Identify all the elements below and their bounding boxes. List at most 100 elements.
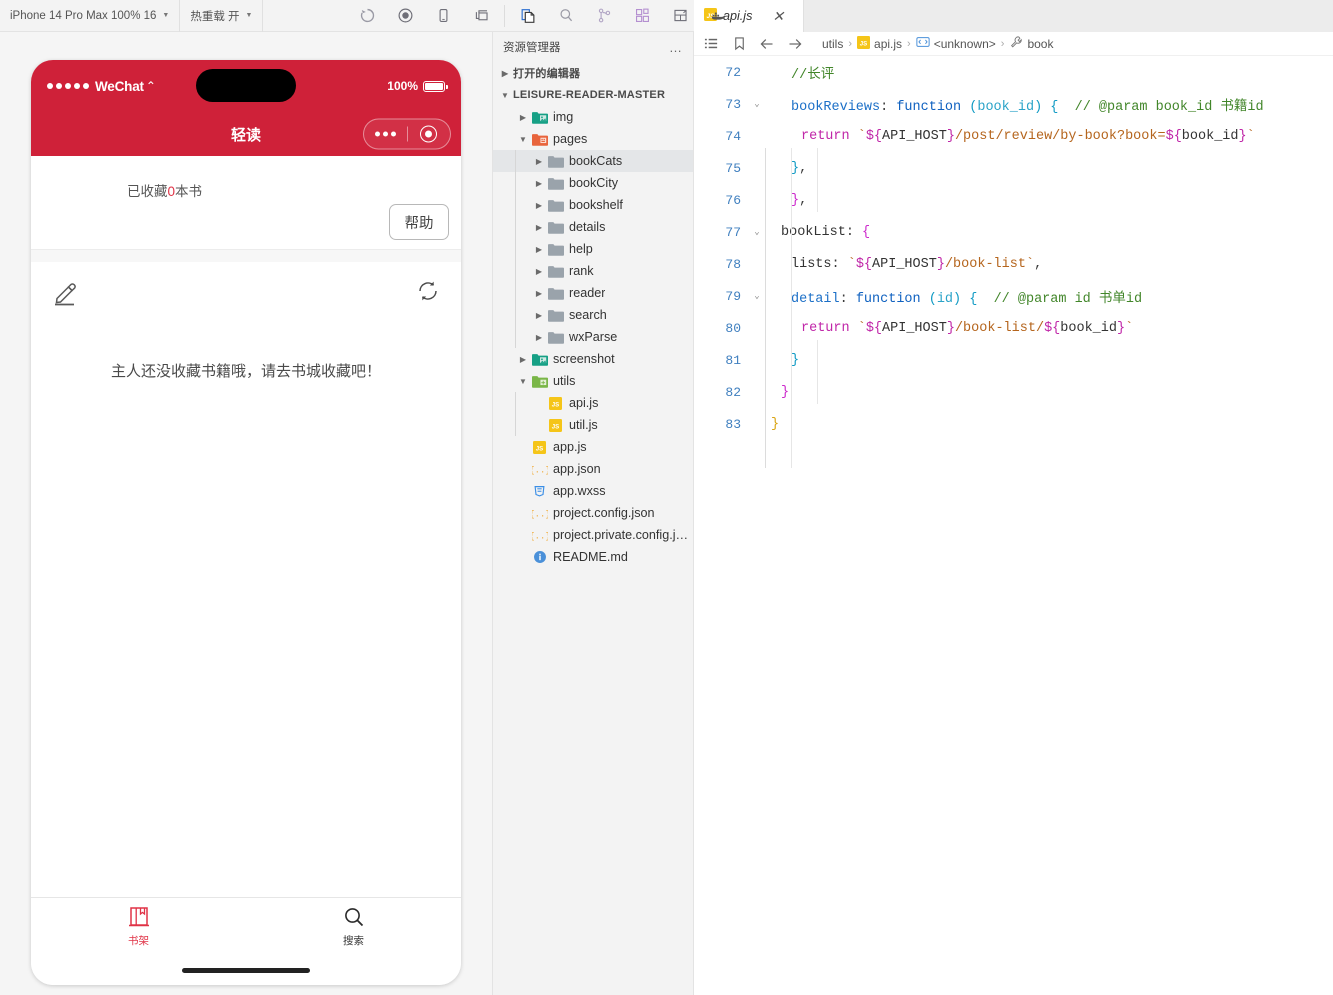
breadcrumb-item-utils[interactable]: utils xyxy=(822,37,843,51)
toolbar-divider xyxy=(504,4,506,27)
code-line[interactable]: 79 ⌄ detail: function (id) { // @param id … xyxy=(694,280,1333,312)
clone-icon[interactable] xyxy=(509,0,547,32)
breadcrumb-separator: › xyxy=(907,37,911,50)
line-number: 73 xyxy=(725,96,741,112)
tree-item-label: util.js xyxy=(569,418,598,432)
remote-debug-icon[interactable] xyxy=(462,0,500,32)
edit-pencil-icon[interactable] xyxy=(51,278,81,313)
chevron-down-icon: ▼ xyxy=(519,134,527,144)
chevron-right-icon: ▶ xyxy=(519,354,527,364)
code-line[interactable]: 78 lists: `${API_HOST}/book-list`, xyxy=(694,248,1333,280)
editor-tabs: JS api.js ✕ xyxy=(694,0,1333,32)
code-line[interactable]: 77 ⌄ bookList: { xyxy=(694,216,1333,248)
arrow-left-icon[interactable] xyxy=(756,36,778,52)
folder-icon xyxy=(547,154,564,168)
tree-item-help[interactable]: ▶ help xyxy=(493,238,693,260)
breadcrumb-item-book[interactable]: book xyxy=(1009,35,1053,52)
tree-indent-guide xyxy=(515,150,516,348)
tree-item-app-json[interactable]: {..} app.json xyxy=(493,458,693,480)
project-root-label: LEISURE-READER-MASTER xyxy=(513,89,666,101)
module-icon xyxy=(916,36,930,51)
breadcrumb-item-label: api.js xyxy=(874,36,903,51)
chevron-right-icon: ▶ xyxy=(501,68,509,78)
code-line[interactable]: 75}, xyxy=(694,152,1333,184)
code-line[interactable]: 72 //长评 xyxy=(694,56,1333,88)
js-file-icon: JS xyxy=(547,396,564,410)
device-select[interactable]: iPhone 14 Pro Max 100% 16 ▼ xyxy=(0,0,181,32)
tree-item-app-wxss[interactable]: app.wxss xyxy=(493,480,693,502)
tree-item-bookcats[interactable]: ▶ bookCats xyxy=(493,150,693,172)
tree-item-img[interactable]: ▶ img xyxy=(493,106,693,128)
section-open-editors[interactable]: ▶ 打开的编辑器 xyxy=(493,62,693,84)
compile-refresh-icon[interactable] xyxy=(348,0,386,32)
tree-item-bookshelf[interactable]: ▶ bookshelf xyxy=(493,194,693,216)
chevron-right-icon: ▶ xyxy=(535,178,543,188)
tree-item-util-js[interactable]: JS util.js xyxy=(493,414,693,436)
close-icon[interactable]: ✕ xyxy=(772,8,784,25)
tree-item-screenshot[interactable]: ▶ screenshot xyxy=(493,348,693,370)
phone-tabbar: 书架 搜索 xyxy=(31,897,461,955)
tree-item-bookcity[interactable]: ▶ bookCity xyxy=(493,172,693,194)
tree-item-rank[interactable]: ▶ rank xyxy=(493,260,693,282)
code-text: return `${API_HOST}/book-list/${book_id}… xyxy=(801,320,1134,336)
more-menu-icon[interactable] xyxy=(364,131,407,137)
chevron-right-icon: ▶ xyxy=(535,332,543,342)
section-project-root[interactable]: ▼ LEISURE-READER-MASTER xyxy=(493,84,693,106)
fold-chevron-icon[interactable]: ⌄ xyxy=(749,291,765,301)
search-icon[interactable] xyxy=(547,0,585,32)
file-tree: ▶ img ▼ pages ▶ bookCats ▶ bookCity ▶ bookshelf ▶ d… xyxy=(493,106,693,568)
tree-item-readme-md[interactable]: README.md xyxy=(493,546,693,568)
breadcrumb-item-api-js[interactable]: JS api.js xyxy=(857,35,903,52)
help-button[interactable]: 帮助 xyxy=(389,204,449,240)
tree-item-app-js[interactable]: JS app.js xyxy=(493,436,693,458)
folder-icon xyxy=(547,264,564,278)
favorites-prefix: 已收藏 xyxy=(127,184,168,199)
code-line[interactable]: 80 return `${API_HOST}/book-list/${book_i… xyxy=(694,312,1333,344)
tree-indent-guide xyxy=(515,392,516,436)
breadcrumb-separator: › xyxy=(848,37,853,50)
outline-icon[interactable] xyxy=(700,36,722,51)
fold-chevron-icon[interactable]: ⌄ xyxy=(749,99,765,109)
tree-item-project-private-config-js-[interactable]: {..} project.private.config.js… xyxy=(493,524,693,546)
close-miniprogram-icon[interactable] xyxy=(408,125,451,143)
code-line[interactable]: 76}, xyxy=(694,184,1333,216)
version-control-icon[interactable] xyxy=(585,0,623,32)
tab-search[interactable]: 搜索 xyxy=(246,898,461,955)
tree-item-project-config-json[interactable]: {..} project.config.json xyxy=(493,502,693,524)
breadcrumb-item--unknown-[interactable]: <unknown> xyxy=(916,36,996,51)
tab-bookshelf[interactable]: 书架 xyxy=(31,898,246,955)
code-line[interactable]: 73 ⌄ bookReviews: function (book_id) { // … xyxy=(694,88,1333,120)
preview-phone-icon[interactable] xyxy=(424,0,462,32)
code-area[interactable]: 72 //长评 73 ⌄ bookReviews: function (book_id)… xyxy=(694,56,1333,995)
tree-item-reader[interactable]: ▶ reader xyxy=(493,282,693,304)
wechat-capsule[interactable] xyxy=(363,118,451,150)
code-line[interactable]: 74 return `${API_HOST}/post/review/by-boo… xyxy=(694,120,1333,152)
code-line[interactable]: 83} xyxy=(694,408,1333,440)
tree-item-label: details xyxy=(569,220,606,234)
tree-item-pages[interactable]: ▼ pages xyxy=(493,128,693,150)
tree-item-utils[interactable]: ▼ utils xyxy=(493,370,693,392)
bookmark-icon[interactable] xyxy=(728,36,750,51)
tree-item-details[interactable]: ▶ details xyxy=(493,216,693,238)
tree-item-api-js[interactable]: JS api.js xyxy=(493,392,693,414)
tree-item-label: img xyxy=(553,110,574,124)
tree-item-wxparse[interactable]: ▶ wxParse xyxy=(493,326,693,348)
tree-item-label: bookCity xyxy=(569,176,618,190)
json-file-icon: {..} xyxy=(531,462,548,476)
layout-icon[interactable] xyxy=(661,0,699,32)
tree-item-label: app.js xyxy=(553,440,587,454)
refresh-icon[interactable] xyxy=(415,278,441,309)
record-icon[interactable] xyxy=(386,0,424,32)
line-number: 82 xyxy=(725,384,741,400)
code-line[interactable]: 81} xyxy=(694,344,1333,376)
tree-item-search[interactable]: ▶ search xyxy=(493,304,693,326)
phone-navbar: 轻读 xyxy=(31,112,461,156)
hotreload-select[interactable]: 热重载 开 ▼ xyxy=(180,0,264,32)
code-line[interactable]: 82} xyxy=(694,376,1333,408)
more-actions-icon[interactable]: … xyxy=(669,40,683,55)
docker-icon[interactable] xyxy=(699,0,737,32)
breadcrumb-item-label: utils xyxy=(822,36,844,51)
arrow-right-icon[interactable] xyxy=(784,36,806,52)
fold-chevron-icon[interactable]: ⌄ xyxy=(749,227,765,237)
extensions-icon[interactable] xyxy=(623,0,661,32)
